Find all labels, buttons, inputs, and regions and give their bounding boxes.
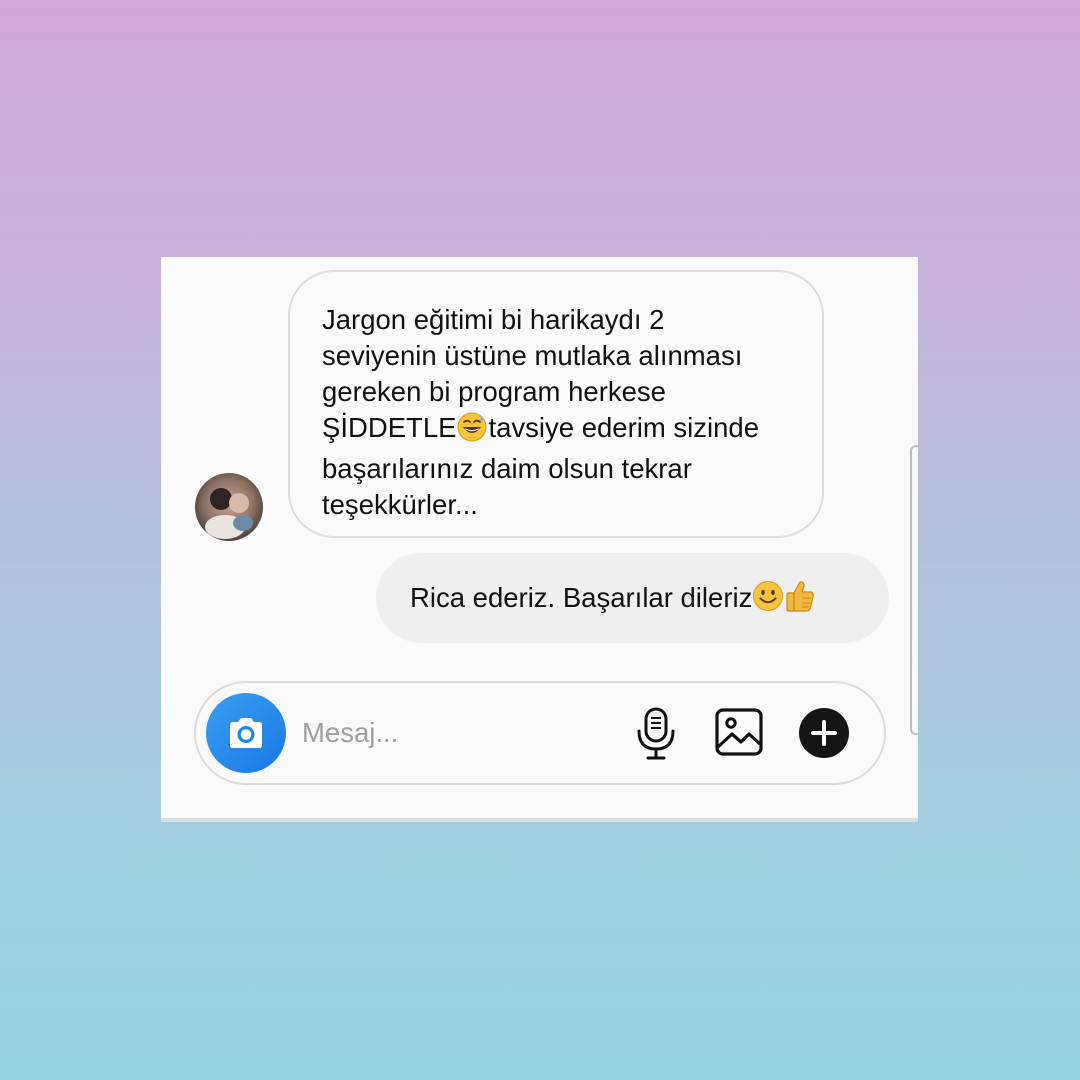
message-input[interactable] bbox=[302, 711, 602, 755]
camera-icon bbox=[226, 716, 266, 750]
image-icon bbox=[714, 707, 764, 762]
thumbs-up-emoji-icon bbox=[785, 579, 815, 618]
more-options-button[interactable] bbox=[798, 707, 850, 759]
camera-button[interactable] bbox=[206, 693, 286, 773]
outgoing-message-text: Rica ederiz. Başarılar dileriz bbox=[410, 582, 753, 613]
outgoing-message-bubble[interactable]: Rica ederiz. Başarılar dileriz bbox=[376, 553, 889, 643]
microphone-icon bbox=[634, 707, 678, 766]
gallery-button[interactable] bbox=[714, 707, 764, 757]
grinning-sweat-emoji-icon bbox=[457, 412, 487, 451]
plus-icon bbox=[798, 707, 850, 764]
scrollbar[interactable] bbox=[910, 445, 918, 735]
message-composer bbox=[194, 681, 886, 785]
voice-message-button[interactable] bbox=[634, 707, 678, 761]
slightly-smiling-face-emoji-icon bbox=[752, 580, 784, 617]
chat-window: Jargon eğitimi bi harikaydı 2 seviyenin … bbox=[161, 257, 918, 822]
sender-avatar[interactable] bbox=[195, 473, 263, 541]
incoming-message-bubble[interactable]: Jargon eğitimi bi harikaydı 2 seviyenin … bbox=[288, 270, 824, 538]
incoming-message-text: Jargon eğitimi bi harikaydı 2 seviyenin … bbox=[322, 302, 792, 523]
